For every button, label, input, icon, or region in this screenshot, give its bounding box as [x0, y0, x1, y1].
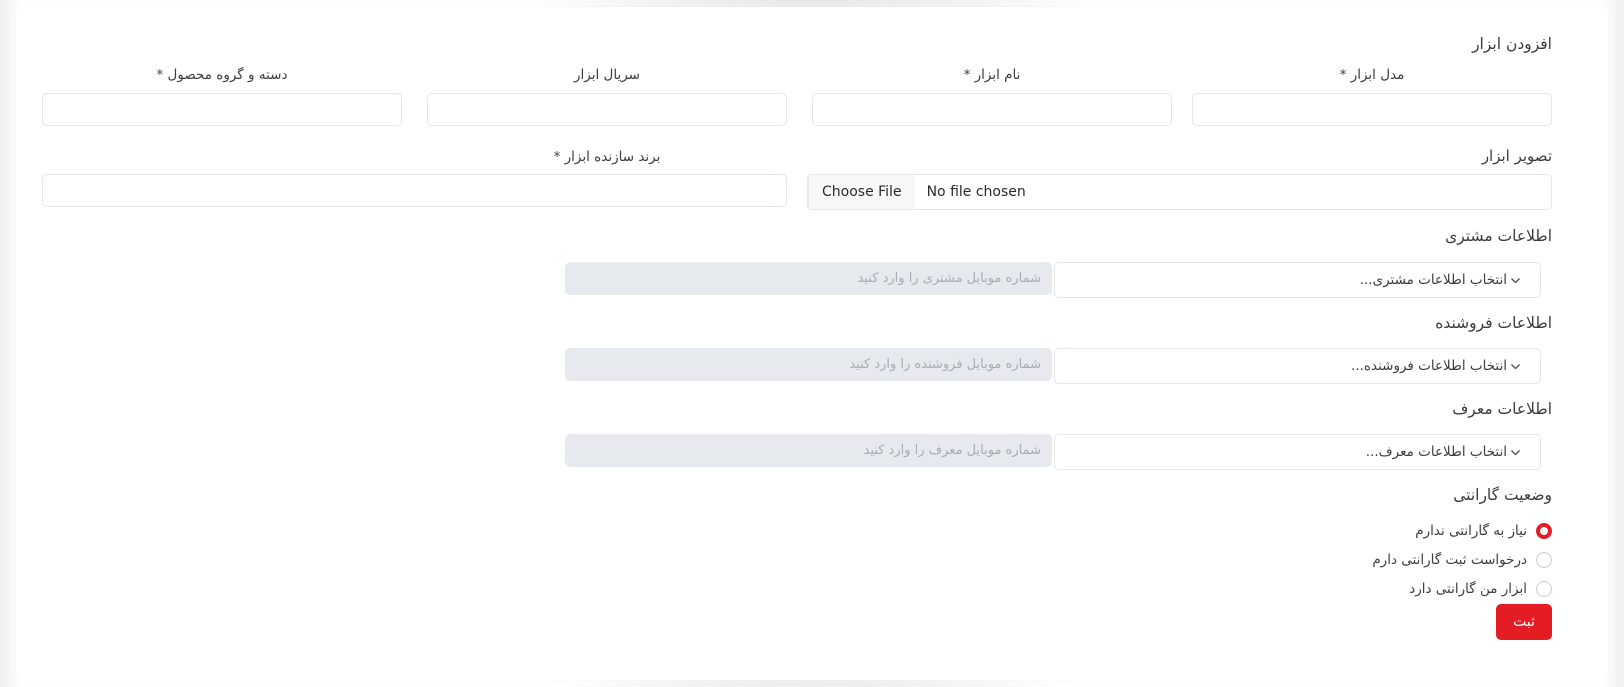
submit-button[interactable]: ثبت	[1496, 604, 1552, 640]
seller-info-select-value: انتخاب اطلاعات فروشنده...	[1351, 358, 1507, 374]
chevron-down-icon	[1509, 360, 1522, 373]
label-tool-serial: سریال ابزار	[574, 67, 640, 83]
label-tool-brand: برند سازنده ابزار *	[553, 149, 661, 165]
radio-request-registration[interactable]	[1536, 552, 1552, 568]
section-title-warranty: وضعیت گارانتی	[1453, 486, 1552, 504]
tool-image-file-input[interactable]: Choose File No file chosen	[807, 174, 1552, 210]
customer-info-select[interactable]: انتخاب اطلاعات مشتری...	[1054, 262, 1541, 298]
tool-brand-input[interactable]	[42, 174, 787, 207]
section-title-referrer: اطلاعات معرف	[1452, 400, 1552, 418]
product-category-input[interactable]	[42, 93, 402, 126]
section-title-seller: اطلاعات فروشنده	[1435, 314, 1552, 332]
seller-info-select[interactable]: انتخاب اطلاعات فروشنده...	[1054, 348, 1541, 384]
tool-name-input[interactable]	[812, 93, 1172, 126]
label-tool-model: مدل ابزار *	[1339, 67, 1405, 83]
card-content: افزودن ابزار مدل ابزار * نام ابزار * سری…	[42, 7, 1552, 680]
referrer-info-select[interactable]: انتخاب اطلاعات معرف...	[1054, 434, 1541, 470]
file-input-spacer	[1038, 175, 1551, 209]
page-title: افزودن ابزار	[1472, 35, 1552, 53]
row1-inputs	[42, 93, 1552, 129]
customer-info-select-value: انتخاب اطلاعات مشتری...	[1359, 272, 1507, 288]
radio-label-request-registration: درخواست ثبت گارانتی دارم	[1372, 552, 1527, 568]
label-tool-name: نام ابزار *	[963, 67, 1021, 83]
label-tool-image: تصویر ابزار	[1481, 147, 1552, 165]
radio-no-warranty[interactable]	[1536, 523, 1552, 539]
tool-model-input[interactable]	[1192, 93, 1552, 126]
warranty-option-request-registration[interactable]: درخواست ثبت گارانتی دارم	[1372, 549, 1552, 571]
tool-serial-input[interactable]	[427, 93, 787, 126]
page-root: افزودن ابزار مدل ابزار * نام ابزار * سری…	[0, 0, 1624, 687]
row1-labels: مدل ابزار * نام ابزار * سریال ابزار دسته…	[72, 67, 1552, 87]
chevron-down-icon	[1509, 446, 1522, 459]
radio-has-warranty[interactable]	[1536, 581, 1552, 597]
warranty-option-has-warranty[interactable]: ابزار من گارانتی دارد	[1409, 578, 1552, 600]
referrer-mobile-input[interactable]	[565, 434, 1052, 467]
radio-label-has-warranty: ابزار من گارانتی دارد	[1409, 581, 1527, 597]
file-chosen-status: No file chosen	[926, 184, 1026, 200]
chevron-down-icon	[1509, 274, 1522, 287]
page-scrollbar[interactable]	[1616, 0, 1624, 687]
section-title-customer: اطلاعات مشتری	[1445, 227, 1552, 245]
customer-mobile-input[interactable]	[565, 262, 1052, 295]
add-tool-card: افزودن ابزار مدل ابزار * نام ابزار * سری…	[16, 7, 1608, 680]
radio-label-no-warranty: نیاز به گارانتی ندارم	[1415, 523, 1527, 539]
warranty-option-no-warranty[interactable]: نیاز به گارانتی ندارم	[1415, 520, 1552, 542]
referrer-info-select-value: انتخاب اطلاعات معرف...	[1365, 444, 1507, 460]
label-product-category: دسته و گروه محصول *	[156, 67, 288, 83]
choose-file-button[interactable]: Choose File	[808, 175, 915, 209]
seller-mobile-input[interactable]	[565, 348, 1052, 381]
